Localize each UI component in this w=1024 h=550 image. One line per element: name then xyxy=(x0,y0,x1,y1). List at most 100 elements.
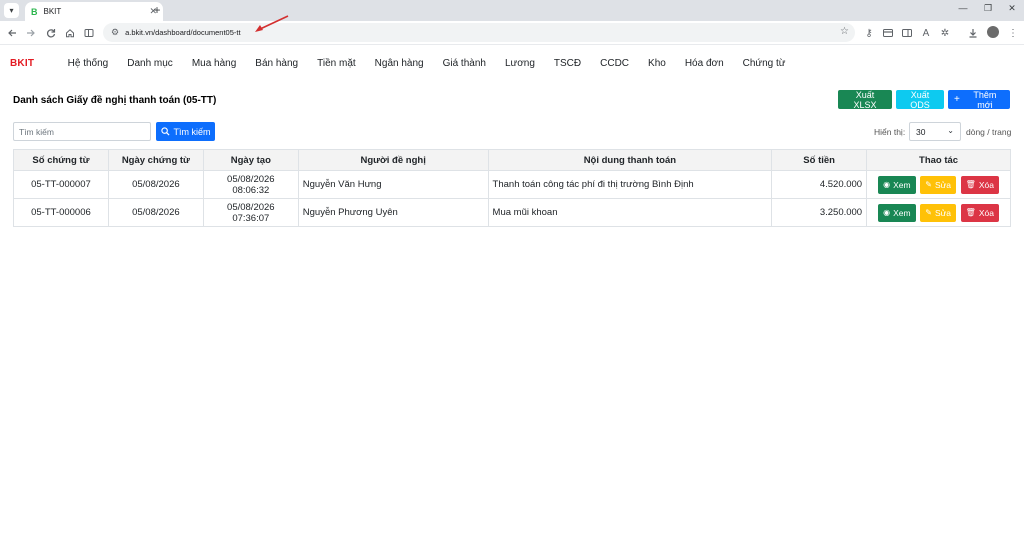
nav-item-tscd[interactable]: TSCĐ xyxy=(544,58,590,69)
col-header-doc-number[interactable]: Số chứng từ xyxy=(13,149,109,171)
nav-item-danh-muc[interactable]: Danh mục xyxy=(118,58,183,69)
export-ods-button[interactable]: Xuất ODS xyxy=(896,90,944,110)
translate-icon[interactable]: A xyxy=(919,26,933,40)
page-size-value: 30 xyxy=(916,126,926,137)
forward-icon[interactable] xyxy=(24,26,38,40)
profile-avatar[interactable] xyxy=(987,26,999,38)
rows-per-page-label: dòng / trang xyxy=(966,127,1012,137)
cell-doc-number: 05-TT-000006 xyxy=(13,198,109,227)
col-header-doc-date[interactable]: Ngày chứng từ xyxy=(107,149,204,171)
table-row: 05-TT-000006 05/08/2026 05/08/2026 07:36… xyxy=(13,198,1011,227)
view-button[interactable]: ◉ Xem xyxy=(878,175,916,194)
col-header-created-at[interactable]: Ngày tạo xyxy=(202,149,299,171)
search-row: Tìm kiếm Hiển thị: 30 ⌄ dòng / trang xyxy=(0,118,1024,148)
cell-actions: ◉ Xem ✎ Sửa 🗑 Xóa xyxy=(866,170,1011,199)
table-header-row: Số chứng từ Ngày chứng từ Ngày tạo Người… xyxy=(13,149,1011,171)
add-new-label: Thêm mới xyxy=(973,89,997,110)
delete-button[interactable]: 🗑 Xóa xyxy=(960,175,999,194)
pencil-icon: ✎ xyxy=(925,208,932,217)
restore-icon[interactable]: ❐ xyxy=(981,3,995,14)
cell-doc-date: 05/08/2026 xyxy=(107,170,204,199)
nav-item-gia-thanh[interactable]: Giá thành xyxy=(433,58,495,69)
edit-label: Sửa xyxy=(934,207,952,218)
site-info-icon[interactable]: ⚙ xyxy=(111,27,119,38)
pencil-icon: ✎ xyxy=(925,180,932,189)
extensions-icon[interactable]: ✲ xyxy=(938,26,952,40)
home-icon[interactable] xyxy=(63,26,77,40)
search-button[interactable]: Tìm kiếm xyxy=(156,122,215,141)
page-size-label: Hiển thị: xyxy=(874,127,906,137)
nav-item-ngan-hang[interactable]: Ngân hàng xyxy=(365,58,433,69)
nav-item-mua-hang[interactable]: Mua hàng xyxy=(182,58,245,69)
export-xlsx-button[interactable]: Xuất XLSX xyxy=(838,90,892,110)
cell-content: Mua mũi khoan xyxy=(487,198,773,227)
delete-button[interactable]: 🗑 Xóa xyxy=(960,203,999,222)
cell-content: Thanh toán công tác phí đi thị trường Bì… xyxy=(487,170,773,199)
cell-amount: 3.250.000 xyxy=(771,198,868,227)
tab-title: BKIT xyxy=(43,7,62,16)
cell-doc-number: 05-TT-000007 xyxy=(13,170,109,199)
side-panel-icon[interactable] xyxy=(82,26,96,40)
minimize-icon[interactable]: — xyxy=(956,3,970,13)
cell-amount: 4.520.000 xyxy=(771,170,868,199)
eye-icon: ◉ xyxy=(883,180,891,189)
col-header-actions: Thao tác xyxy=(866,149,1011,171)
page-title: Danh sách Giấy đề nghị thanh toán (05-TT… xyxy=(13,95,217,106)
edit-label: Sửa xyxy=(934,179,952,190)
edit-button[interactable]: ✎ Sửa xyxy=(920,175,957,194)
search-icon xyxy=(160,127,170,136)
nav-item-hoa-don[interactable]: Hóa đơn xyxy=(675,58,733,69)
trash-icon: 🗑 xyxy=(965,180,976,189)
bookmark-star-icon[interactable]: ☆ xyxy=(840,26,849,37)
page-size-select[interactable]: 30 ⌄ xyxy=(909,122,961,141)
nav-item-chung-tu[interactable]: Chứng từ xyxy=(733,58,795,69)
plus-icon: + xyxy=(954,94,960,105)
nav-item-kho[interactable]: Kho xyxy=(639,58,676,69)
edit-button[interactable]: ✎ Sửa xyxy=(920,203,957,222)
reading-mode-icon[interactable] xyxy=(900,26,914,40)
trash-icon: 🗑 xyxy=(965,208,976,217)
chevron-down-icon: ⌄ xyxy=(947,126,954,135)
table-row: 05-TT-000007 05/08/2026 05/08/2026 08:06… xyxy=(13,170,1011,199)
close-window-icon[interactable]: ✕ xyxy=(1005,3,1019,14)
new-tab-icon[interactable]: + xyxy=(150,3,164,17)
nav-item-luong[interactable]: Lương xyxy=(495,58,544,69)
cell-requester: Nguyễn Văn Hưng xyxy=(297,170,489,199)
view-label: Xem xyxy=(893,179,911,190)
eye-icon: ◉ xyxy=(883,208,891,217)
col-header-content[interactable]: Nội dung thanh toán xyxy=(487,149,773,171)
search-input[interactable] xyxy=(13,122,151,141)
nav-item-tien-mat[interactable]: Tiền mặt xyxy=(308,58,366,69)
delete-label: Xóa xyxy=(978,207,994,218)
nav-item-ccdc[interactable]: CCDC xyxy=(591,58,639,69)
browser-toolbar: ⚙ a.bkit.vn/dashboard/document05-tt ☆ ⚷ … xyxy=(0,21,1024,45)
cell-created-at: 05/08/2026 08:06:32 xyxy=(202,170,299,199)
favicon-icon: B xyxy=(31,6,38,17)
back-icon[interactable] xyxy=(5,26,19,40)
password-key-icon[interactable]: ⚷ xyxy=(862,26,876,40)
cell-requester: Nguyễn Phương Uyên xyxy=(297,198,489,227)
search-button-label: Tìm kiếm xyxy=(173,126,211,137)
col-header-requester[interactable]: Người đề nghị xyxy=(297,149,489,171)
url-text: a.bkit.vn/dashboard/document05-tt xyxy=(125,28,241,37)
nav-item-he-thong[interactable]: Hệ thống xyxy=(58,58,118,69)
reload-icon[interactable] xyxy=(44,26,58,40)
browser-tab[interactable]: B BKIT ✕ xyxy=(25,2,163,21)
nav-item-ban-hang[interactable]: Bán hàng xyxy=(246,58,308,69)
view-label: Xem xyxy=(893,207,911,218)
view-button[interactable]: ◉ Xem xyxy=(878,203,916,222)
more-menu-icon[interactable]: ⋮ xyxy=(1006,26,1020,40)
page-header: Danh sách Giấy đề nghị thanh toán (05-TT… xyxy=(0,78,1024,118)
delete-label: Xóa xyxy=(978,179,994,190)
cell-created-at: 05/08/2026 07:36:07 xyxy=(202,198,299,227)
cell-actions: ◉ Xem ✎ Sửa 🗑 Xóa xyxy=(866,198,1011,227)
add-new-button[interactable]: + Thêm mới xyxy=(948,89,1010,110)
col-header-amount[interactable]: Số tiền xyxy=(771,149,868,171)
payment-card-icon[interactable] xyxy=(881,26,895,40)
brand-logo[interactable]: BKIT xyxy=(10,58,34,69)
browser-tab-bar: ▾ B BKIT ✕ + — ❐ ✕ xyxy=(0,0,1024,21)
address-bar[interactable]: ⚙ a.bkit.vn/dashboard/document05-tt ☆ xyxy=(103,23,855,42)
tab-search-icon[interactable]: ▾ xyxy=(4,3,19,18)
download-icon[interactable] xyxy=(966,26,980,40)
app-navbar: BKIT Hệ thống Danh mục Mua hàng Bán hàng… xyxy=(0,48,1024,78)
